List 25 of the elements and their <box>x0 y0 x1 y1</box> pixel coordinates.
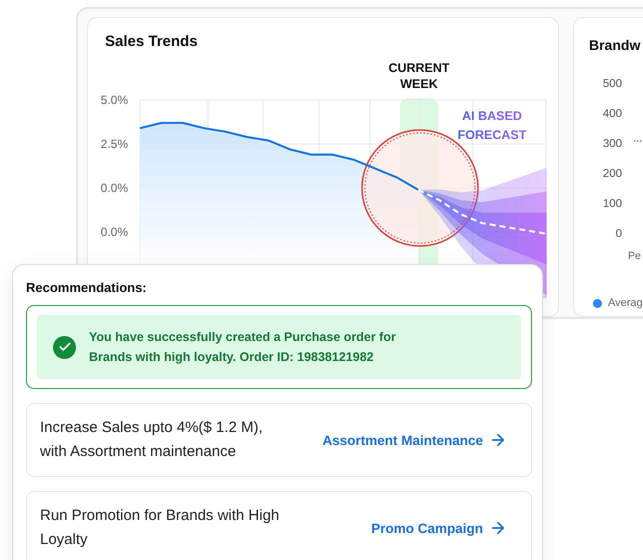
dotted-line <box>634 140 643 142</box>
axis-label: 300 <box>602 137 622 152</box>
current-week-label: CURRENT WEEK <box>387 60 451 92</box>
card-title: Sales Trends <box>104 32 199 51</box>
action-link[interactable]: Promo Campaign <box>371 519 507 537</box>
recommendation-text: Run Promotion for Brands with High Loyalty <box>40 506 280 550</box>
axis-label: 500 <box>602 77 622 92</box>
action-link[interactable]: Assortment Maintenance <box>322 431 507 449</box>
card-title: Brandw <box>588 36 642 54</box>
arrow-right-icon <box>489 519 507 537</box>
axis-label: 200 <box>602 167 622 182</box>
panel-title: Recommendations: <box>26 279 148 297</box>
axis-label: 100 <box>602 197 622 212</box>
axis-label: 5.0% <box>100 92 128 108</box>
recommendation-text: Increase Sales upto 4%($ 1.2 M), with Assortment maintenance <box>40 418 264 462</box>
checkmark-icon <box>58 340 72 354</box>
axis-label: 400 <box>602 107 622 122</box>
axis-label: 0.0% <box>100 180 128 196</box>
axis-label: 2.5% <box>100 136 128 152</box>
axis-label: 0.0% <box>100 224 128 240</box>
axis-label: 0 <box>614 227 622 242</box>
arrow-right-icon <box>489 431 507 449</box>
axis-label: Pe <box>627 250 642 262</box>
success-text: You have successfully created a Purchase order for Brands with high loyalty. Order ID: 19838121982 <box>89 329 397 366</box>
legend-label: Averag <box>608 297 643 309</box>
